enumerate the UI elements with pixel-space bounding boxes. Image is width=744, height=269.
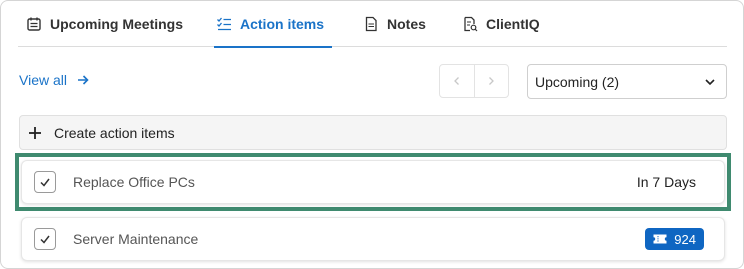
complete-checkbox[interactable]	[34, 171, 56, 193]
active-tab-indicator	[214, 46, 333, 48]
filter-select[interactable]: Upcoming (2)	[527, 64, 727, 99]
chevron-down-icon	[705, 78, 715, 85]
view-all-label: View all	[19, 72, 67, 88]
ticket-number: 924	[674, 231, 696, 247]
tab-action-items[interactable]: Action items	[214, 1, 333, 48]
calendar-icon	[27, 17, 41, 31]
chevron-left-icon	[453, 77, 459, 85]
checkmark-icon	[40, 235, 50, 244]
ticket-icon	[653, 234, 667, 244]
tab-notes[interactable]: Notes	[363, 1, 426, 47]
tab-label: ClientIQ	[486, 16, 540, 32]
pagination	[439, 64, 509, 98]
previous-page-button[interactable]	[440, 65, 474, 97]
ticket-badge[interactable]: 924	[645, 228, 704, 250]
view-all-link[interactable]: View all	[19, 72, 89, 88]
checklist-icon	[217, 17, 231, 31]
tab-upcoming-meetings[interactable]: Upcoming Meetings	[26, 1, 183, 47]
tab-label: Upcoming Meetings	[50, 16, 184, 32]
arrow-right-icon	[78, 75, 89, 85]
checkmark-icon	[40, 178, 50, 187]
next-page-button[interactable]	[473, 65, 509, 97]
create-action-items-label: Create action items	[54, 124, 175, 141]
action-item-due: In 7 Days	[636, 174, 696, 190]
action-items-panel: Upcoming Meetings Action items Notes Cli…	[0, 0, 744, 269]
tab-label: Action items	[240, 16, 325, 32]
complete-checkbox[interactable]	[34, 228, 56, 250]
filter-select-value: Upcoming (2)	[535, 73, 620, 90]
document-icon	[365, 16, 377, 32]
action-item-row[interactable]: Server Maintenance 924	[21, 217, 725, 261]
action-item-row[interactable]: Replace Office PCs In 7 Days	[21, 160, 725, 204]
chevron-right-icon	[489, 77, 495, 85]
tab-bar: Upcoming Meetings Action items Notes Cli…	[18, 1, 727, 48]
create-action-items-button[interactable]: Create action items	[19, 115, 727, 150]
clientiq-icon	[464, 16, 478, 32]
tab-label: Notes	[387, 16, 426, 32]
plus-icon	[29, 126, 41, 139]
tab-clientiq[interactable]: ClientIQ	[462, 1, 540, 47]
action-item-title: Server Maintenance	[73, 231, 199, 247]
action-item-title: Replace Office PCs	[73, 174, 195, 190]
